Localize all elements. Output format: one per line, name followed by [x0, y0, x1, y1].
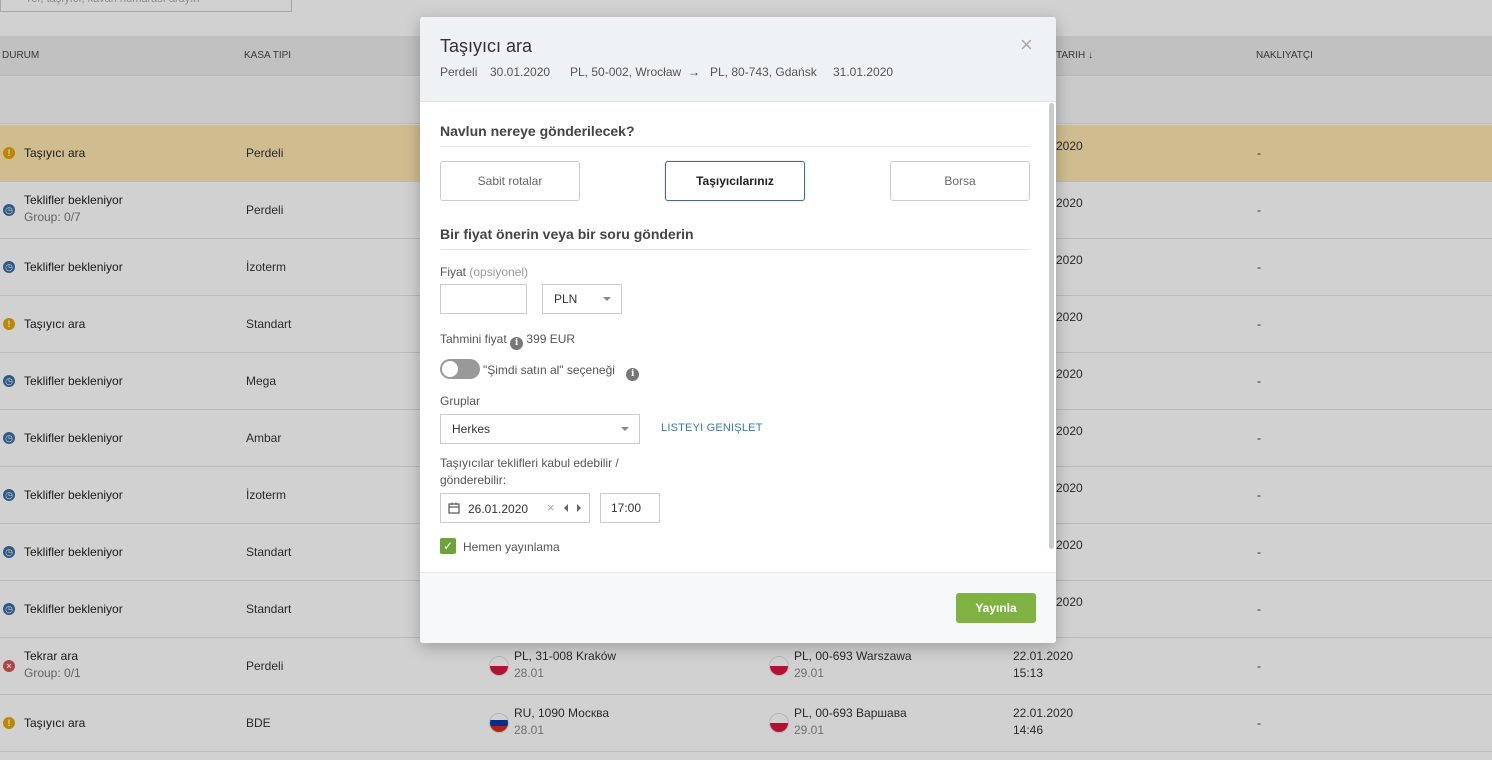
modal-footer: Yayınla [420, 572, 1056, 643]
calendar-icon [448, 502, 460, 514]
groups-label: Gruplar [440, 394, 481, 408]
summary-load-date: 30.01.2020 [490, 65, 551, 79]
section-where-to-send: Navlun nereye gönderilecek? [440, 123, 1030, 147]
publish-now-label: Hemen yayınlama [463, 540, 560, 554]
chevron-left-icon[interactable] [564, 504, 568, 512]
estimated-price-value: 399 EUR [526, 332, 576, 346]
price-input[interactable] [440, 284, 527, 314]
expand-list-link[interactable]: LISTEYI GENIŞLET [661, 422, 763, 434]
summary-to: PL, 80-743, Gdańsk [710, 65, 817, 79]
chevron-down-icon [621, 427, 629, 431]
currency-value: PLN [554, 292, 578, 306]
toggle-knob [442, 361, 458, 377]
deadline-date-input[interactable]: 26.01.2020 × [440, 493, 590, 523]
price-label: Fiyat (opsiyonel) [440, 265, 529, 279]
option-your-carriers[interactable]: Taşıyıcılarınız [665, 161, 805, 201]
groups-select[interactable]: Herkes [440, 414, 640, 444]
option-exchange[interactable]: Borsa [890, 161, 1030, 201]
summary-unload-date: 31.01.2020 [833, 65, 894, 79]
modal-header: Taşıyıcı ara × Perdeli 30.01.2020 PL, 50… [420, 17, 1056, 102]
modal-scrollbar[interactable] [1049, 103, 1054, 549]
summary-from: PL, 50-002, Wrocław [570, 65, 682, 79]
deadline-time-input[interactable]: 17:00 [600, 493, 660, 523]
currency-select[interactable]: PLN [542, 284, 622, 314]
publish-button[interactable]: Yayınla [956, 593, 1036, 623]
buy-now-toggle[interactable] [440, 359, 480, 379]
section-price-offer: Bir fiyat önerin veya bir soru gönderin [440, 226, 1030, 250]
summary-body-type: Perdeli [440, 65, 478, 79]
modal-title: Taşıyıcı ara [440, 36, 533, 56]
deadline-label: Taşıyıcılar teklifleri kabul edebilir / … [440, 456, 619, 487]
chevron-right-icon[interactable] [577, 504, 581, 512]
buy-now-label: "Şimdi satın al" seçeneği i [483, 363, 640, 381]
close-icon[interactable]: × [1020, 34, 1033, 56]
chevron-down-icon [603, 297, 611, 301]
info-icon[interactable]: i [626, 368, 640, 381]
deadline-date-value: 26.01.2020 [468, 502, 529, 516]
arrow-right-icon: → [688, 65, 700, 79]
clear-icon[interactable]: × [547, 500, 555, 515]
option-fixed-routes[interactable]: Sabit rotalar [440, 161, 580, 201]
publish-now-checkbox[interactable]: ✓ [440, 538, 456, 554]
info-icon[interactable]: i [510, 337, 524, 350]
groups-value: Herkes [452, 422, 491, 436]
estimated-price: Tahmini fiyat i 399 EUR [440, 332, 576, 350]
find-carrier-modal: Taşıyıcı ara × Perdeli 30.01.2020 PL, 50… [420, 17, 1056, 643]
